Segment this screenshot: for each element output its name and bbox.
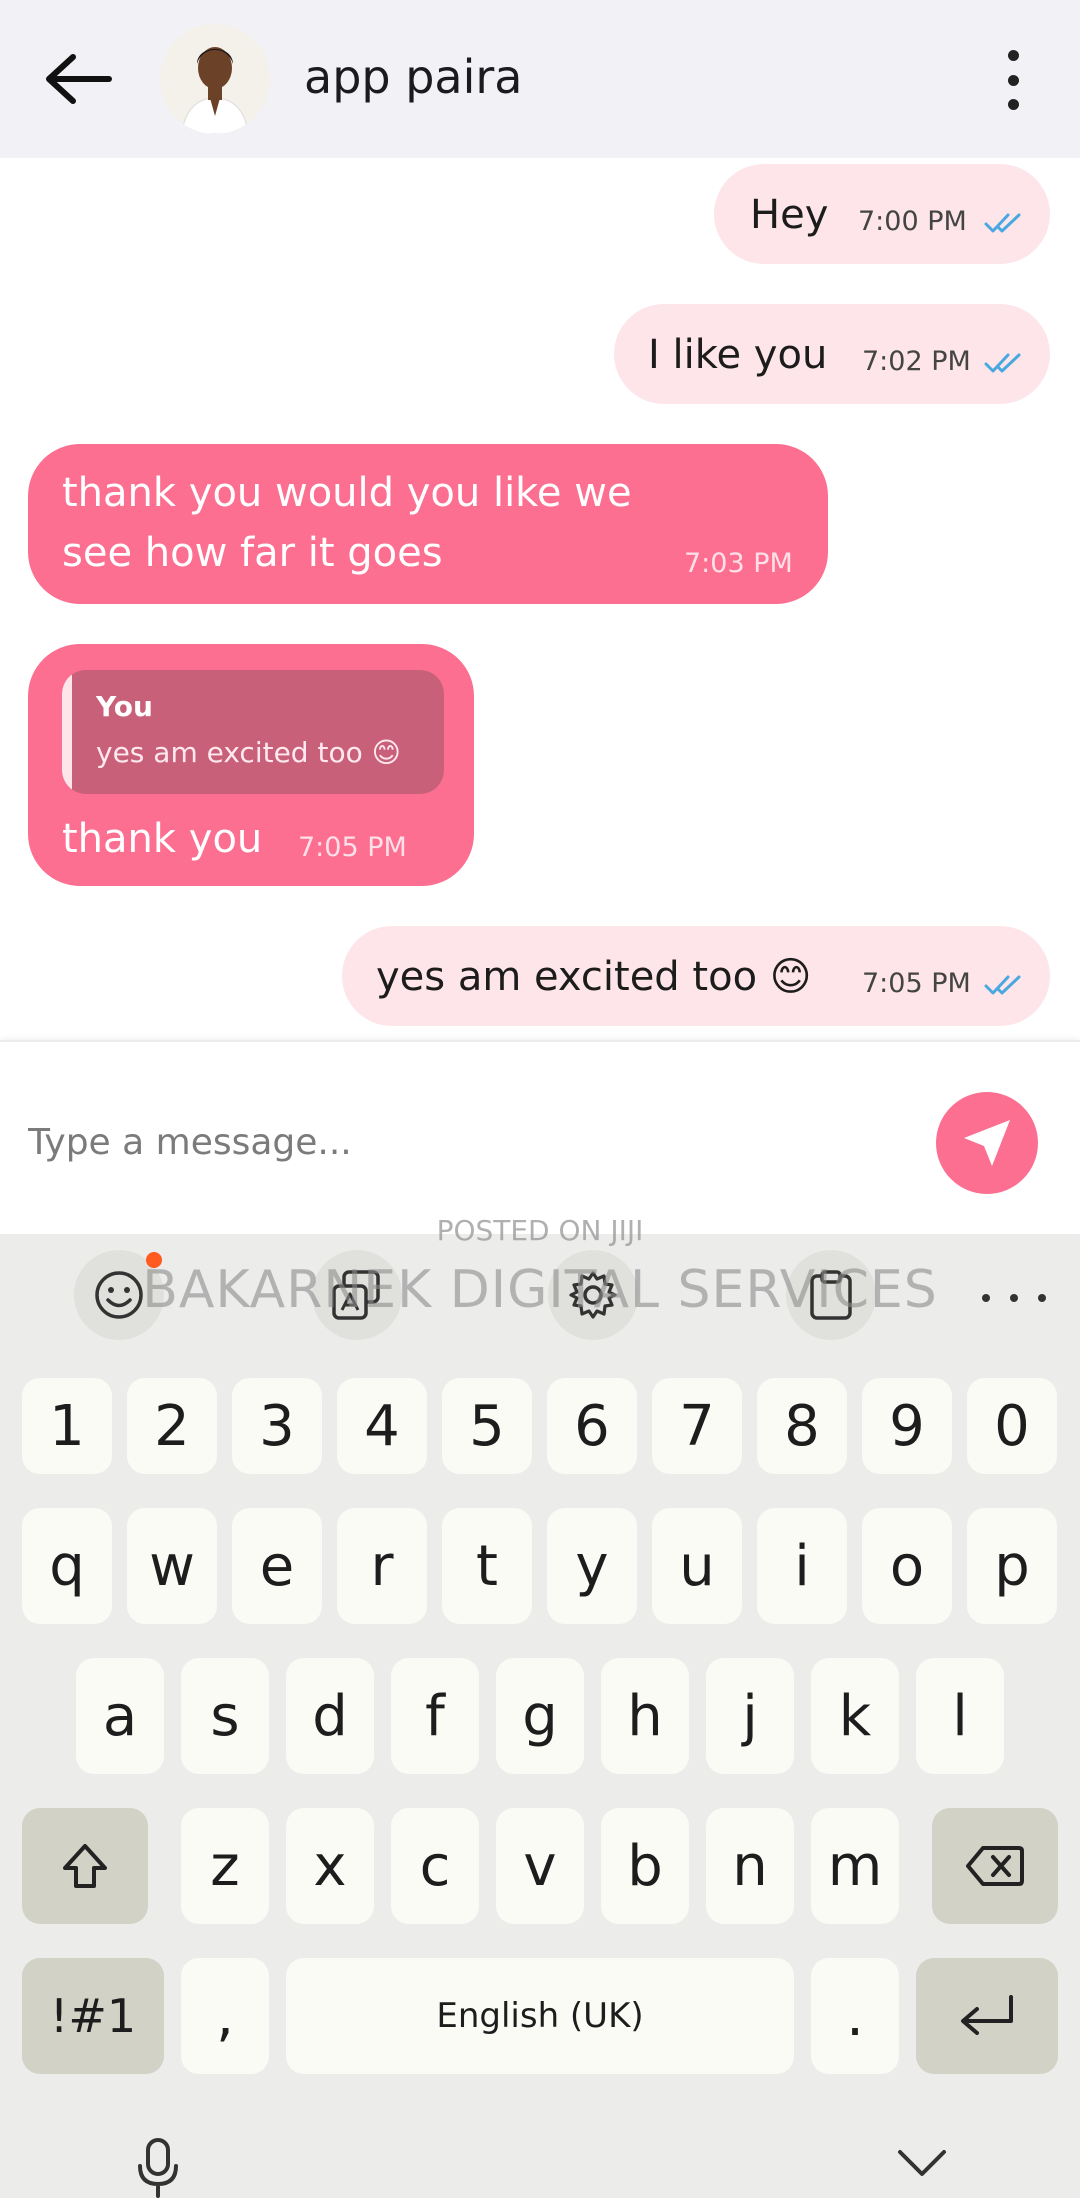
key-j[interactable]: j [706,1658,794,1774]
message-list[interactable]: Hey 7:00 PM I like you 7:02 PM thank you… [0,158,1080,1040]
back-button[interactable] [38,44,118,114]
key-d[interactable]: d [286,1658,374,1774]
key-9[interactable]: 9 [862,1378,952,1474]
incoming-message[interactable]: thank you would you like we see how far … [28,444,828,604]
quoted-message[interactable]: You yes am excited too 😊 [62,670,444,794]
message-input[interactable] [28,1112,908,1172]
dot-icon [1007,50,1019,61]
key-s[interactable]: s [181,1658,269,1774]
watermark-large-text: BAKARNEK DIGITAL SERVICES [142,1260,938,1320]
message-text-line: see how far it goes [62,530,443,576]
key-w[interactable]: w [127,1508,217,1624]
avatar[interactable] [160,24,270,134]
voice-input-button[interactable] [132,2136,184,2198]
contact-name[interactable]: app paira [304,50,522,104]
backspace-key[interactable] [932,1808,1058,1924]
key-g[interactable]: g [496,1658,584,1774]
shift-arrow-icon [63,1844,107,1888]
key-t[interactable]: t [442,1508,532,1624]
message-time: 7:05 PM [862,968,971,999]
key-b[interactable]: b [601,1808,689,1924]
key-x[interactable]: x [286,1808,374,1924]
backspace-icon [966,1846,1024,1886]
send-icon [964,1120,1010,1166]
message-time: 7:02 PM [862,346,971,377]
message-text: thank you [62,816,263,862]
dot-icon [1007,74,1019,86]
message-text: yes am excited too 😊 [376,954,812,1000]
key-6[interactable]: 6 [547,1378,637,1474]
quote-accent-bar [62,670,72,794]
key-7[interactable]: 7 [652,1378,742,1474]
quote-author: You [96,690,153,723]
key-p[interactable]: p [967,1508,1057,1624]
message-composer [0,1040,1080,1234]
key-y[interactable]: y [547,1508,637,1624]
outgoing-message[interactable]: Hey 7:00 PM [714,164,1050,264]
key-z[interactable]: z [181,1808,269,1924]
symbols-key[interactable]: !#1 [22,1958,164,2074]
key-3[interactable]: 3 [232,1378,322,1474]
message-text: I like you [648,332,828,378]
hide-keyboard-button[interactable] [896,2146,948,2178]
more-options-button[interactable] [990,50,1036,110]
key-u[interactable]: u [652,1508,742,1624]
shift-key[interactable] [22,1808,148,1924]
key-0[interactable]: 0 [967,1378,1057,1474]
chat-header: app paira [0,0,1080,158]
space-key[interactable]: English (UK) [286,1958,794,2074]
chat-screen: app paira Hey 7:00 PM I like you 7:02 PM [0,0,1080,2198]
outgoing-message[interactable]: yes am excited too 😊 7:05 PM [342,926,1050,1026]
key-a[interactable]: a [76,1658,164,1774]
send-button[interactable] [936,1092,1038,1194]
key-2[interactable]: 2 [127,1378,217,1474]
microphone-icon [138,2138,178,2198]
message-time: 7:00 PM [858,206,967,237]
enter-key[interactable] [916,1958,1058,2074]
message-text: Hey [750,192,829,238]
key-r[interactable]: r [337,1508,427,1624]
key-f[interactable]: f [391,1658,479,1774]
watermark-small-text: POSTED ON JIJI [436,1214,644,1247]
message-time: 7:05 PM [298,832,407,863]
on-screen-keyboard: 1 2 3 4 5 6 7 8 9 0 q w e r t y u i o p … [0,1234,1080,2198]
read-receipt-icon [984,353,1021,373]
incoming-reply-message[interactable]: You yes am excited too 😊 thank you 7:05 … [28,644,474,886]
key-1[interactable]: 1 [22,1378,112,1474]
key-v[interactable]: v [496,1808,584,1924]
key-l[interactable]: l [916,1658,1004,1774]
key-5[interactable]: 5 [442,1378,532,1474]
key-4[interactable]: 4 [337,1378,427,1474]
key-h[interactable]: h [601,1658,689,1774]
message-time: 7:03 PM [684,548,793,579]
avatar-portrait [160,24,270,134]
enter-arrow-icon [961,1995,1013,2035]
message-text-line: thank you would you like we [62,470,632,516]
key-c[interactable]: c [391,1808,479,1924]
outgoing-message[interactable]: I like you 7:02 PM [614,304,1050,404]
key-o[interactable]: o [862,1508,952,1624]
key-m[interactable]: m [811,1808,899,1924]
comma-key[interactable]: , [181,1958,269,2074]
chevron-down-icon [898,2150,946,2176]
quote-text: yes am excited too 😊 [96,736,401,769]
key-k[interactable]: k [811,1658,899,1774]
key-e[interactable]: e [232,1508,322,1624]
read-receipt-icon [984,213,1021,233]
key-8[interactable]: 8 [757,1378,847,1474]
arrow-left-icon [46,54,112,104]
key-q[interactable]: q [22,1508,112,1624]
key-i[interactable]: i [757,1508,847,1624]
read-receipt-icon [984,975,1021,995]
dot-icon [1007,99,1019,110]
key-n[interactable]: n [706,1808,794,1924]
period-key[interactable]: . [811,1958,899,2074]
